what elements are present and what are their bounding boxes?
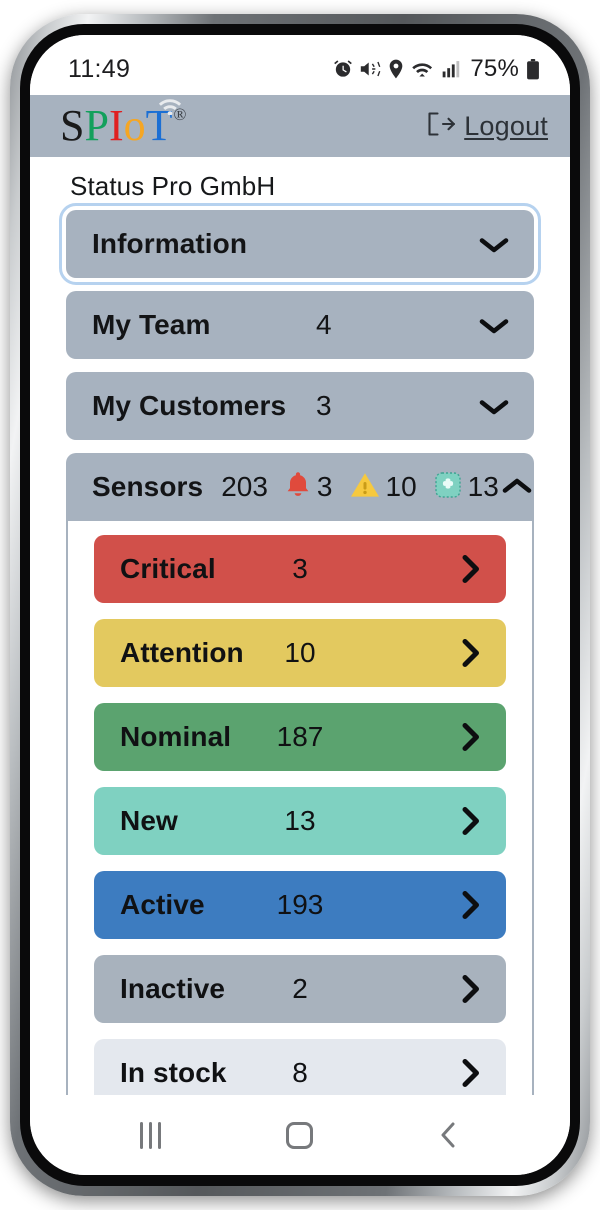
chevron-right-icon[interactable] — [458, 636, 484, 670]
sensor-status-row-new[interactable]: New 13 — [94, 787, 506, 855]
chevron-right-icon[interactable] — [458, 804, 484, 838]
sensor-status-value: 13 — [284, 805, 316, 836]
accordion-label-information: Information — [92, 228, 248, 259]
chevron-right-icon[interactable] — [458, 720, 484, 754]
sensor-status-label: Inactive — [120, 973, 226, 1004]
accordion-count-my-customers: 3 — [316, 390, 332, 421]
sensor-status-value: 187 — [276, 721, 324, 752]
logout-button[interactable]: Logout — [426, 110, 548, 143]
logo-letter-o: o — [123, 101, 146, 150]
home-icon[interactable] — [265, 1112, 335, 1158]
accordion-container: Information My Team 4 My Customers 3 Sen… — [30, 203, 570, 1095]
sensors-expanded-panel: Critical 3 Attention 10 Nominal 187 New 13 Activ… — [66, 521, 534, 1095]
sensor-status-row-nominal[interactable]: Nominal 187 — [94, 703, 506, 771]
sensor-status-row-critical[interactable]: Critical 3 — [94, 535, 506, 603]
new-sensor-icon — [434, 471, 462, 504]
sensors-attention-count: 10 — [385, 471, 417, 502]
back-icon[interactable] — [414, 1112, 484, 1158]
logo-letter-p: P — [84, 101, 109, 150]
accordion-header-sensors[interactable]: Sensors 203 3 10 13 — [66, 453, 534, 521]
chevron-down-icon — [476, 394, 512, 418]
accordion-header-information[interactable]: Information — [59, 203, 541, 285]
chevron-right-icon[interactable] — [458, 1056, 484, 1090]
home-glyph — [286, 1121, 314, 1149]
sensor-status-label: Attention — [120, 637, 244, 668]
sensor-status-label: New — [120, 805, 178, 836]
sensor-status-value: 10 — [284, 637, 316, 668]
sensor-status-label: In stock — [120, 1057, 227, 1088]
sensors-badge-new: 13 — [434, 471, 499, 504]
sensors-badge-critical: 3 — [285, 471, 333, 504]
accordion-section-my-team: My Team 4 — [66, 291, 534, 359]
sensor-status-row-in-stock[interactable]: In stock 8 — [94, 1039, 506, 1095]
logo-wifi-icon — [158, 99, 182, 115]
logout-label: Logout — [464, 110, 548, 141]
cellular-signal-icon — [442, 59, 460, 79]
status-bar-icons: 75% — [333, 47, 540, 83]
accordion-label-my-customers: My Customers — [92, 390, 287, 421]
sensors-header-content: Sensors 203 3 10 13 — [92, 471, 499, 504]
accordion-header-my-customers[interactable]: My Customers 3 — [66, 372, 534, 440]
accordion-section-information: Information — [59, 203, 541, 285]
chevron-down-icon — [476, 313, 512, 337]
sensor-status-value: 2 — [292, 973, 308, 1004]
alarm-clock-icon — [333, 59, 353, 79]
accordion-label-my-team: My Team — [92, 309, 211, 340]
phone-frame: 11:49 75% S P I o T ® Logout Status Pro … — [10, 14, 590, 1196]
recents-icon[interactable] — [116, 1112, 186, 1158]
chevron-right-icon[interactable] — [458, 888, 484, 922]
accordion-label-sensors: Sensors — [92, 471, 204, 502]
accordion-count-my-team: 4 — [316, 309, 332, 340]
chevron-up-icon — [499, 475, 535, 499]
sensor-status-value: 3 — [292, 553, 308, 584]
sensor-status-label: Nominal — [120, 721, 232, 752]
sensors-total-count: 203 — [221, 471, 268, 502]
back-glyph — [441, 1122, 455, 1148]
sensor-status-label: Active — [120, 889, 205, 920]
recents-glyph — [140, 1121, 162, 1149]
sensor-status-value: 8 — [292, 1057, 308, 1088]
sensor-status-row-attention[interactable]: Attention 10 — [94, 619, 506, 687]
system-status-bar: 11:49 75% — [30, 35, 570, 95]
battery-icon — [526, 58, 540, 80]
spiot-logo: S P I o T ® — [60, 99, 186, 150]
wifi-icon — [411, 59, 435, 79]
sensor-status-value: 193 — [276, 889, 324, 920]
chevron-down-icon — [476, 232, 512, 256]
bell-alert-icon — [285, 471, 311, 504]
chevron-right-icon[interactable] — [458, 552, 484, 586]
accordion-section-my-customers: My Customers 3 — [66, 372, 534, 440]
sensors-badge-attention: 10 — [350, 471, 417, 504]
app-body: Status Pro GmbH Information My Team 4 My… — [30, 157, 570, 1095]
logo-letter-i: I — [108, 101, 124, 150]
app-header-bar: S P I o T ® Logout — [30, 95, 570, 157]
sensors-new-count: 13 — [467, 471, 499, 502]
accordion-section-sensors: Sensors 203 3 10 13 Critical 3 Attention… — [66, 453, 534, 1095]
organization-name: Status Pro GmbH — [70, 171, 276, 201]
location-pin-icon — [388, 59, 404, 79]
warning-triangle-icon — [350, 471, 380, 504]
vibrate-mute-icon — [360, 59, 381, 79]
sensor-status-row-active[interactable]: Active 193 — [94, 871, 506, 939]
phone-bezel: 11:49 75% S P I o T ® Logout Status Pro … — [20, 24, 580, 1186]
sensor-status-label: Critical — [120, 553, 216, 584]
sensors-critical-count: 3 — [316, 471, 333, 502]
android-navigation-bar — [30, 1105, 570, 1175]
sensor-status-row-inactive[interactable]: Inactive 2 — [94, 955, 506, 1023]
logout-icon — [426, 110, 456, 143]
accordion-header-my-team[interactable]: My Team 4 — [66, 291, 534, 359]
status-bar-clock: 11:49 — [68, 54, 131, 83]
phone-screen: 11:49 75% S P I o T ® Logout Status Pro … — [30, 35, 570, 1175]
chevron-right-icon[interactable] — [458, 972, 484, 1006]
logo-letter-s: S — [60, 101, 85, 150]
sensor-status-list: Critical 3 Attention 10 Nominal 187 New 13 Activ… — [68, 535, 532, 1095]
battery-percentage-label: 75% — [470, 55, 519, 82]
